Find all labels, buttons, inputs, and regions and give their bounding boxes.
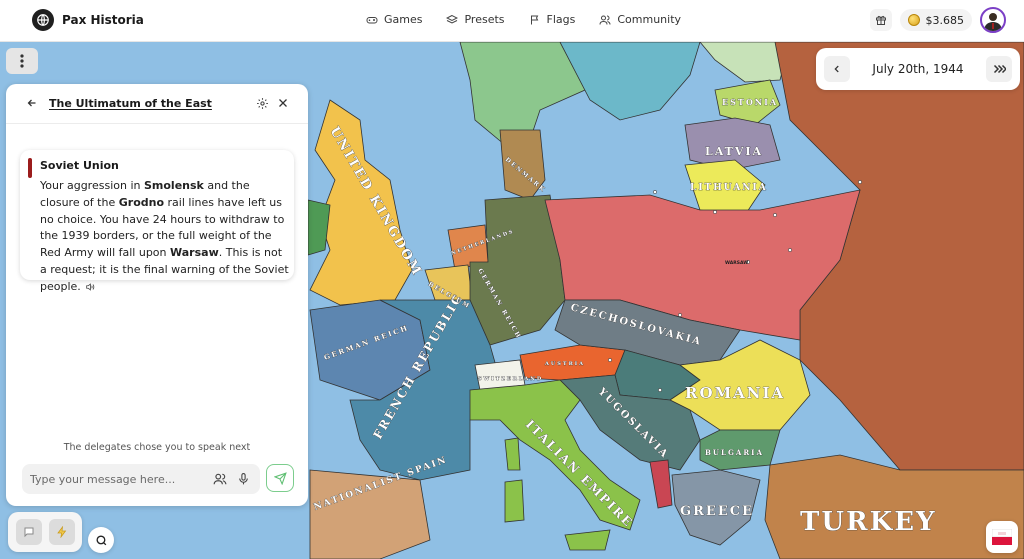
more-menu-button[interactable] bbox=[6, 48, 38, 74]
nav-flags-label: Flags bbox=[546, 13, 576, 26]
people-icon bbox=[599, 15, 611, 25]
chat-toggle-button[interactable] bbox=[15, 519, 42, 545]
nav-games-label: Games bbox=[384, 13, 423, 26]
msg-place: Grodno bbox=[118, 195, 165, 209]
chat-header: The Ultimatum of the East bbox=[6, 84, 308, 124]
gift-icon bbox=[875, 15, 886, 25]
bottom-tools bbox=[8, 512, 82, 552]
balance-pill[interactable]: $3.685 bbox=[899, 9, 972, 31]
chevron-left-icon bbox=[834, 65, 839, 73]
label-greece: GREECE bbox=[680, 504, 754, 519]
nav-community[interactable]: Community bbox=[599, 13, 681, 26]
message-card: Soviet Union Your aggression in Smolensk… bbox=[20, 150, 294, 293]
message-body: Your aggression in Smolensk and the clos… bbox=[40, 178, 292, 296]
nav-games[interactable]: Games bbox=[366, 13, 422, 26]
gamepad-icon bbox=[366, 16, 378, 23]
msg-place: Smolensk bbox=[143, 179, 204, 192]
more-vertical-icon bbox=[20, 54, 24, 68]
speaker-icon[interactable] bbox=[85, 282, 95, 292]
message-sender: Soviet Union bbox=[40, 159, 119, 172]
flag-icon bbox=[530, 15, 538, 24]
layers-icon bbox=[446, 14, 459, 24]
svg-text:WARSAW: WARSAW bbox=[725, 260, 748, 266]
microphone-icon[interactable] bbox=[237, 472, 250, 486]
poland-flag-icon bbox=[992, 529, 1012, 545]
label-turkey: TURKEY bbox=[800, 507, 937, 537]
date-prev-button[interactable] bbox=[824, 56, 850, 82]
send-icon bbox=[273, 471, 287, 485]
gift-button[interactable] bbox=[869, 9, 892, 31]
people-icon[interactable] bbox=[213, 472, 227, 486]
msg-place: Warsaw bbox=[170, 246, 219, 260]
region-sardinia[interactable] bbox=[504, 479, 525, 523]
chat-panel: The Ultimatum of the East Soviet Union Y… bbox=[6, 84, 308, 506]
account-area: $3.685 bbox=[869, 7, 1006, 33]
delegates-note: The delegates chose you to speak next bbox=[63, 442, 251, 453]
label-bulgaria: BULGARIA bbox=[705, 448, 764, 457]
date-panel: July 20th, 1944 bbox=[816, 48, 1020, 90]
lightning-icon bbox=[56, 526, 66, 538]
label-austria: AUSTRIA bbox=[544, 361, 585, 367]
label-switzerland: SWITZERLAND bbox=[478, 376, 543, 382]
globe-icon bbox=[32, 9, 54, 31]
actions-button[interactable] bbox=[48, 519, 75, 545]
label-latvia: LATVIA bbox=[705, 145, 763, 158]
gear-icon[interactable] bbox=[256, 97, 269, 110]
nav-community-label: Community bbox=[617, 13, 682, 26]
app-name: Pax Historia bbox=[62, 13, 144, 27]
balance-amount: $3.685 bbox=[925, 13, 965, 27]
main-nav: Games Presets Flags Community bbox=[366, 13, 681, 26]
message-input[interactable] bbox=[30, 464, 200, 494]
search-icon bbox=[95, 534, 106, 545]
nav-flags[interactable]: Flags bbox=[529, 13, 576, 26]
chevrons-right-icon bbox=[993, 64, 1006, 74]
current-date: July 20th, 1944 bbox=[872, 62, 964, 76]
send-button[interactable] bbox=[266, 464, 294, 492]
message-input-wrap bbox=[22, 464, 260, 494]
label-romania: ROMANIA bbox=[685, 384, 785, 402]
chat-bubble-icon bbox=[24, 527, 33, 538]
player-country-button[interactable] bbox=[986, 521, 1018, 553]
sender-color-bar bbox=[28, 158, 32, 178]
avatar[interactable] bbox=[980, 7, 1006, 33]
arrow-left-icon[interactable] bbox=[26, 97, 38, 109]
map-search-button[interactable] bbox=[88, 527, 114, 553]
brand[interactable]: Pax Historia bbox=[32, 9, 144, 31]
coin-icon bbox=[907, 14, 920, 26]
nav-presets-label: Presets bbox=[464, 13, 505, 26]
date-fast-forward-button[interactable] bbox=[986, 56, 1012, 82]
label-estonia: ESTONIA bbox=[722, 97, 778, 107]
region-corsica[interactable] bbox=[504, 437, 521, 471]
chat-title: The Ultimatum of the East bbox=[49, 97, 212, 110]
top-bar: Pax Historia Games Presets Flags Communi… bbox=[0, 0, 1024, 42]
msg-seg: Your aggression in bbox=[40, 179, 144, 192]
label-lithuania: LITHUANIA bbox=[690, 183, 768, 193]
close-icon[interactable] bbox=[277, 97, 289, 109]
nav-presets[interactable]: Presets bbox=[446, 13, 505, 26]
